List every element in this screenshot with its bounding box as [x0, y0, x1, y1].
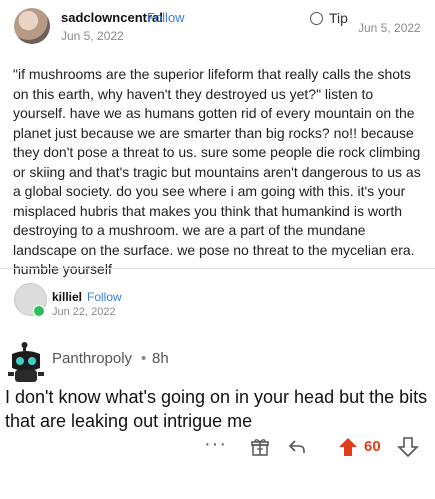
online-badge: [33, 305, 45, 317]
downvote-icon[interactable]: [397, 436, 419, 458]
reblog-follow-button[interactable]: Follow: [87, 290, 122, 304]
separator-dot: •: [141, 350, 147, 367]
follow-button[interactable]: Follow: [147, 10, 185, 25]
vote-count: 60: [364, 438, 381, 455]
post-date-right: Jun 5, 2022: [358, 21, 421, 35]
reblog-username[interactable]: killiel: [52, 290, 82, 304]
post-date: Jun 5, 2022: [61, 29, 124, 43]
divider: [0, 268, 435, 269]
avatar-sadclowncentral[interactable]: [14, 8, 50, 44]
reply-username[interactable]: Panthropoly: [52, 350, 132, 367]
reply-time: 8h: [152, 350, 169, 367]
gift-icon[interactable]: [250, 437, 270, 457]
upvote-icon[interactable]: [337, 436, 359, 458]
avatar-panthropoly[interactable]: [4, 342, 48, 386]
reply-body: I don't know what's going on in your hea…: [5, 387, 428, 431]
reblog-date: Jun 22, 2022: [52, 306, 116, 318]
tip-icon[interactable]: [310, 12, 323, 25]
more-icon[interactable]: ···: [204, 433, 227, 456]
tip-button[interactable]: Tip: [329, 10, 348, 26]
post-body: "if mushrooms are the superior lifeform …: [13, 66, 421, 277]
reply-icon[interactable]: [287, 437, 307, 457]
